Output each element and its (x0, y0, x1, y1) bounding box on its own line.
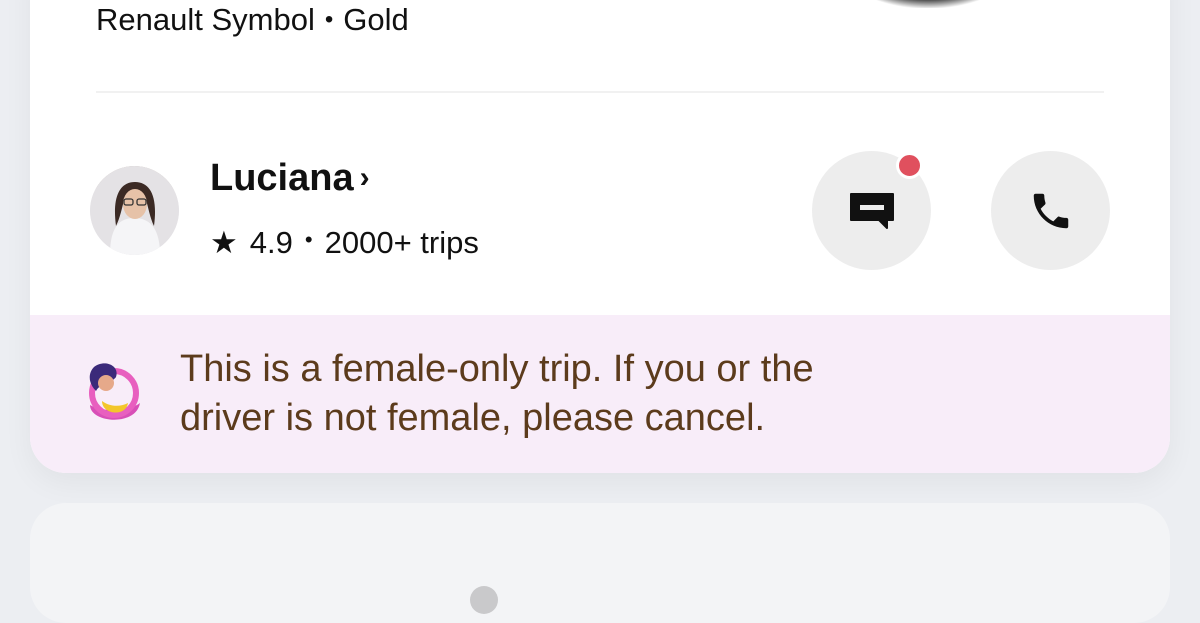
driver-rating: 4.9 (249, 225, 293, 260)
notice-text: This is a female-only trip. If you or th… (180, 348, 814, 439)
message-icon (849, 192, 894, 229)
unread-badge (896, 152, 923, 179)
phone-icon (1033, 193, 1068, 228)
trip-details-card: Renault Symbol • Gold Luciana › ★ 4.9 • 200… (30, 0, 1170, 473)
divider (96, 91, 1104, 93)
vehicle-color: Gold (343, 2, 409, 37)
driver-name: Luciana (210, 157, 354, 199)
vehicle-separator: • (324, 6, 334, 33)
info-icon[interactable] (470, 586, 498, 614)
driver-trips: 2000+ trips (324, 225, 479, 260)
car-image (838, 0, 1018, 8)
vehicle-model: Renault Symbol (96, 2, 315, 37)
driver-stats: ★ 4.9 • 2000+ trips (210, 223, 479, 263)
call-button[interactable] (991, 151, 1110, 270)
stats-separator: • (304, 227, 313, 252)
driver-name-link[interactable]: Luciana › (210, 156, 370, 200)
vehicle-description: Renault Symbol • Gold (96, 0, 409, 43)
driver-avatar[interactable] (90, 166, 179, 255)
female-rider-icon (80, 361, 146, 431)
fare-card (30, 503, 1170, 623)
star-icon: ★ (210, 225, 238, 260)
female-only-notice: This is a female-only trip. If you or th… (30, 315, 1170, 473)
chevron-right-icon: › (359, 161, 370, 194)
